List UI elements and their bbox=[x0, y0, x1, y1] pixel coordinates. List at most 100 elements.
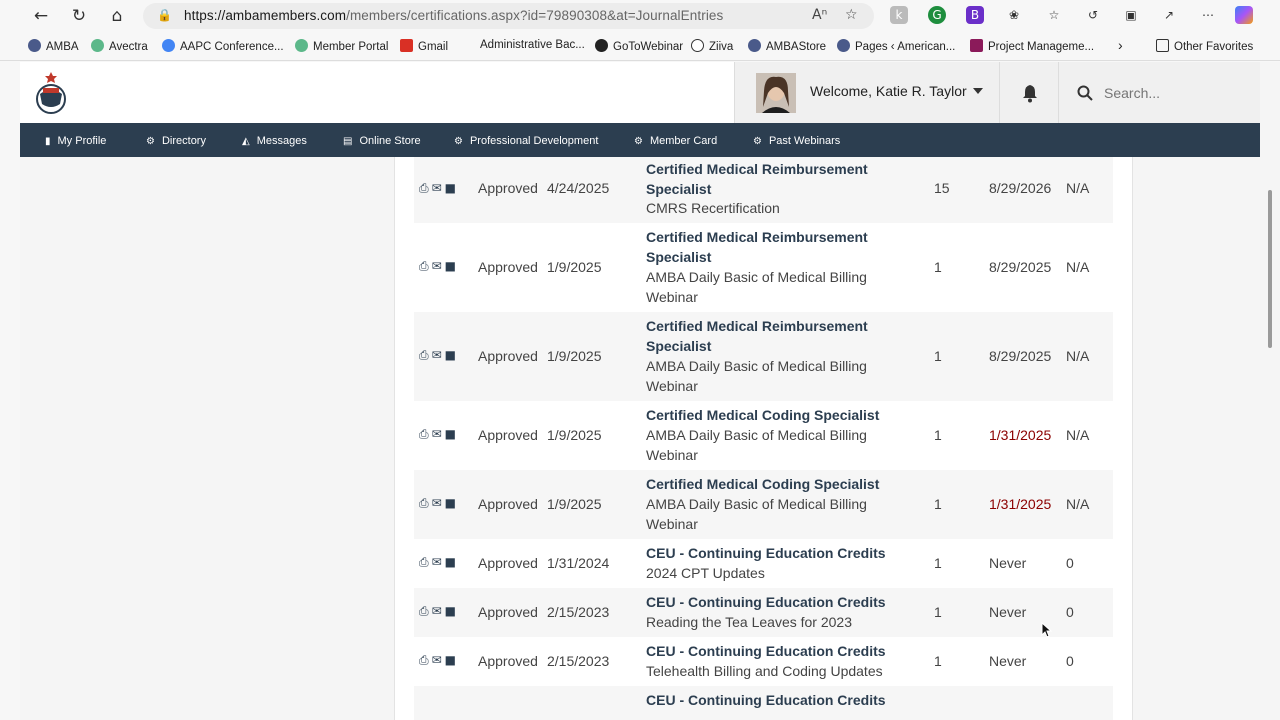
bookmark-item[interactable]: GoToWebinar bbox=[595, 39, 683, 53]
status-cell: Approved bbox=[478, 348, 538, 364]
read-aloud-icon[interactable]: Aⁿ bbox=[812, 7, 827, 23]
bookmark-item[interactable]: Ziiva bbox=[691, 39, 733, 53]
bookmark-item[interactable]: Pages ‹ American... bbox=[837, 39, 955, 53]
lock-icon[interactable]: ■ bbox=[445, 653, 456, 667]
cert-title-line2[interactable]: Specialist bbox=[646, 249, 711, 265]
main-nav: ▮ My Profile ⚙ Directory ◭ Messages ▤ Online… bbox=[20, 123, 1260, 157]
lock-icon[interactable]: ■ bbox=[445, 427, 456, 441]
cert-title-line2[interactable]: Specialist bbox=[646, 181, 711, 197]
envelope-icon[interactable]: ✉ bbox=[432, 348, 442, 362]
print-icon[interactable]: ⎙ bbox=[419, 348, 429, 362]
bookmark-item[interactable]: AMBA bbox=[28, 39, 79, 53]
search-input[interactable] bbox=[1104, 82, 1244, 104]
envelope-icon[interactable]: ✉ bbox=[432, 653, 442, 667]
credits-cell: 1 bbox=[934, 496, 942, 512]
envelope-icon[interactable]: ✉ bbox=[432, 427, 442, 441]
user-menu[interactable]: Welcome, Katie R. Taylor bbox=[734, 62, 1000, 123]
envelope-icon[interactable]: ✉ bbox=[432, 555, 442, 569]
bookmark-item[interactable]: Member Portal bbox=[295, 39, 388, 53]
history-icon[interactable]: ↺ bbox=[1084, 6, 1102, 24]
url-text[interactable]: https://ambamembers.com/members/certific… bbox=[184, 8, 723, 23]
print-icon[interactable]: ⎙ bbox=[419, 555, 429, 569]
envelope-icon[interactable]: ✉ bbox=[432, 604, 442, 618]
grammarly-icon[interactable]: G bbox=[928, 6, 946, 24]
web-page: Welcome, Katie R. Taylor ▮My Profile ⚙Di… bbox=[20, 62, 1260, 720]
home-icon[interactable]: ⌂ bbox=[106, 6, 128, 26]
lock-icon[interactable]: ■ bbox=[445, 555, 456, 569]
bookmark-item[interactable]: AAPC Conference... bbox=[162, 39, 284, 53]
bookmark-item[interactable]: AMBAStore bbox=[748, 39, 826, 53]
credits-cell: 1 bbox=[934, 555, 942, 571]
expires-cell: Never bbox=[989, 604, 1027, 620]
cert-title-line2[interactable]: Specialist bbox=[646, 338, 711, 354]
caret-down-icon[interactable] bbox=[973, 88, 983, 94]
favorites-icon[interactable]: ☆ bbox=[1045, 6, 1063, 24]
copilot-icon[interactable] bbox=[1235, 6, 1253, 24]
extension-icon[interactable]: k bbox=[890, 6, 908, 24]
print-icon[interactable]: ⎙ bbox=[419, 496, 429, 510]
more-icon[interactable]: ⋯ bbox=[1199, 6, 1217, 24]
search-icon[interactable] bbox=[1077, 85, 1093, 101]
lock-icon[interactable]: ■ bbox=[445, 496, 456, 510]
share-icon[interactable]: ↗ bbox=[1160, 6, 1178, 24]
nav-professional-development[interactable]: ⚙ Professional Development bbox=[454, 123, 598, 157]
bookmark-item[interactable]: Project Manageme... bbox=[970, 39, 1094, 53]
entry-description-line2: Webinar bbox=[646, 378, 698, 394]
favorite-star-icon[interactable]: ☆ bbox=[845, 7, 858, 23]
nav-member-card[interactable]: ⚙ Member Card bbox=[634, 123, 717, 157]
puzzle-icon[interactable]: ❀ bbox=[1005, 6, 1023, 24]
nav-messages[interactable]: ◭ Messages bbox=[242, 123, 307, 157]
back-icon[interactable]: ← bbox=[30, 6, 52, 26]
print-icon[interactable]: ⎙ bbox=[419, 181, 429, 195]
cert-title[interactable]: Certified Medical Reimbursement bbox=[646, 161, 868, 177]
cert-title[interactable]: CEU - Continuing Education Credits bbox=[646, 545, 886, 561]
print-icon[interactable]: ⎙ bbox=[419, 653, 429, 667]
page-scrollbar[interactable] bbox=[1260, 62, 1280, 720]
lock-icon[interactable]: ■ bbox=[445, 348, 456, 362]
cert-title[interactable]: CEU - Continuing Education Credits bbox=[646, 594, 886, 610]
bookmark-item[interactable]: Administrative Bac... bbox=[480, 39, 585, 51]
envelope-icon[interactable]: ✉ bbox=[432, 259, 442, 273]
cart-icon: ▤ bbox=[343, 136, 353, 147]
print-icon[interactable]: ⎙ bbox=[419, 427, 429, 441]
lock-icon[interactable]: ■ bbox=[445, 181, 456, 195]
bookmark-folder[interactable]: Other Favorites bbox=[1156, 39, 1253, 53]
cert-title[interactable]: CEU - Continuing Education Credits bbox=[646, 643, 886, 659]
lock-icon[interactable]: ■ bbox=[445, 259, 456, 273]
amba-logo-icon[interactable] bbox=[30, 70, 72, 116]
envelope-icon[interactable]: ✉ bbox=[432, 181, 442, 195]
nav-my-profile[interactable]: ▮ My Profile bbox=[45, 123, 106, 157]
row-actions: ⎙ ✉ ■ bbox=[419, 653, 459, 668]
print-icon[interactable]: ⎙ bbox=[419, 604, 429, 618]
nav-past-webinars[interactable]: ⚙ Past Webinars bbox=[753, 123, 840, 157]
nav-online-store[interactable]: ▤ Online Store bbox=[343, 123, 421, 157]
cert-title[interactable]: Certified Medical Reimbursement bbox=[646, 229, 868, 245]
status-cell: Approved bbox=[478, 555, 538, 571]
cert-title[interactable]: CEU - Continuing Education Credits bbox=[646, 692, 886, 708]
table-row: ⎙ ✉ ■ Approved 1/9/2025 Certified Medical … bbox=[414, 401, 1113, 470]
envelope-icon[interactable]: ✉ bbox=[432, 496, 442, 510]
extension-b-icon[interactable]: B bbox=[966, 6, 984, 24]
chevron-right-icon[interactable]: › bbox=[1118, 37, 1123, 53]
cert-title[interactable]: Certified Medical Coding Specialist bbox=[646, 407, 879, 423]
cert-title[interactable]: Certified Medical Coding Specialist bbox=[646, 476, 879, 492]
lock-icon[interactable]: ■ bbox=[445, 604, 456, 618]
table-row: ⎙ ✉ ■ Approved 1/31/2024 CEU - Continuing … bbox=[414, 539, 1113, 588]
print-icon[interactable]: ⎙ bbox=[419, 259, 429, 273]
bookmarks-bar: AMBA Avectra AAPC Conference... Member P… bbox=[0, 33, 1280, 61]
cert-title[interactable]: Certified Medical Reimbursement bbox=[646, 318, 868, 334]
nav-directory[interactable]: ⚙ Directory bbox=[146, 123, 206, 157]
date-cell: 1/9/2025 bbox=[547, 259, 602, 275]
extra-cell: N/A bbox=[1066, 348, 1090, 364]
scrollbar-thumb[interactable] bbox=[1268, 190, 1272, 348]
bookmark-item[interactable]: Gmail bbox=[400, 39, 448, 53]
refresh-icon[interactable]: ↻ bbox=[68, 6, 90, 26]
entry-description: AMBA Daily Basic of Medical Billing bbox=[646, 269, 867, 285]
address-bar[interactable]: 🔒 https://ambamembers.com/members/certif… bbox=[143, 3, 874, 29]
row-actions: ⎙ ✉ ■ bbox=[419, 427, 459, 442]
screenshot-icon[interactable]: ▣ bbox=[1122, 6, 1140, 24]
notifications-button[interactable] bbox=[1000, 62, 1059, 123]
bookmark-item[interactable]: Avectra bbox=[91, 39, 148, 53]
extra-cell: 0 bbox=[1066, 604, 1074, 620]
credits-cell: 15 bbox=[934, 180, 950, 196]
